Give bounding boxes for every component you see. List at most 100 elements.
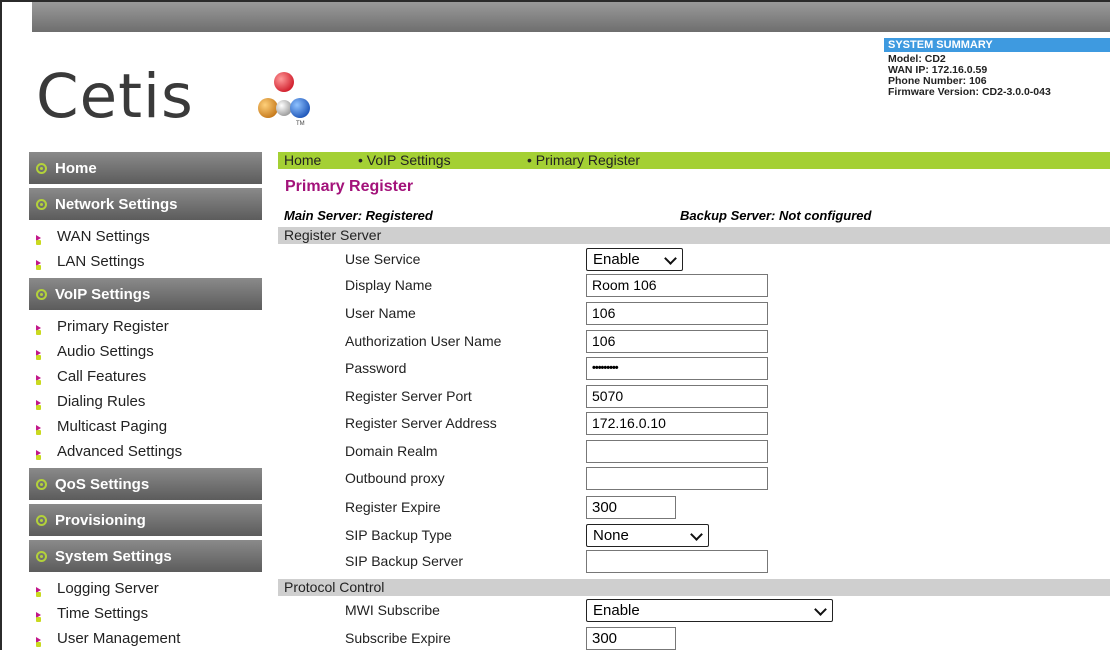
page-title: Primary Register: [285, 178, 414, 195]
sip-backup-server-input[interactable]: [586, 550, 768, 573]
sidebar-item-network-settings[interactable]: Network Settings: [29, 188, 262, 220]
sidebar-item-lan-settings[interactable]: LAN Settings: [29, 249, 262, 274]
sidebar-item-label: User Management: [57, 630, 181, 647]
sidebar-nav: Home Network Settings WAN Settings LAN S…: [29, 152, 262, 651]
summary-firmware: Firmware Version: CD2-3.0.0-043: [888, 86, 1051, 98]
register-expire-label: Register Expire: [345, 499, 441, 515]
user-name-input[interactable]: 106: [586, 302, 768, 325]
section-register-server: Register Server: [278, 227, 1110, 244]
row-sip-backup-type: SIP Backup Type None: [278, 523, 1110, 548]
sidebar-item-provisioning[interactable]: Provisioning: [29, 504, 262, 536]
system-summary: SYSTEM SUMMARY Model: CD2 WAN IP: 172.16…: [884, 38, 1110, 98]
domain-realm-label: Domain Realm: [345, 443, 438, 459]
bullet-icon: [36, 550, 47, 562]
mwi-subscribe-select[interactable]: Enable: [586, 599, 833, 622]
sidebar-item-call-features[interactable]: Call Features: [29, 364, 262, 389]
row-password: Password •••••••••: [278, 356, 1110, 381]
bullet-icon: [36, 478, 47, 490]
row-subscribe-expire: Subscribe Expire 300: [278, 626, 1110, 651]
row-user-name: User Name 106: [278, 301, 1110, 326]
use-service-value: Enable: [593, 251, 640, 268]
arrow-bullet-icon: [34, 634, 48, 648]
bullet-icon: [36, 162, 47, 174]
sip-backup-server-label: SIP Backup Server: [345, 553, 464, 569]
chevron-down-icon: [664, 252, 677, 265]
sidebar-item-home[interactable]: Home: [29, 152, 262, 184]
arrow-bullet-icon: [34, 584, 48, 598]
arrow-bullet-icon: [34, 372, 48, 386]
row-register-server-port: Register Server Port 5070: [278, 384, 1110, 409]
breadcrumb: Home • VoIP Settings • Primary Register: [278, 152, 1110, 169]
bullet-icon: [36, 288, 47, 300]
display-name-label: Display Name: [345, 277, 433, 293]
row-register-expire: Register Expire 300: [278, 495, 1110, 520]
register-expire-input[interactable]: 300: [586, 496, 676, 519]
sidebar-item-time-settings[interactable]: Time Settings: [29, 601, 262, 626]
outbound-proxy-input[interactable]: [586, 467, 768, 490]
row-domain-realm: Domain Realm: [278, 439, 1110, 464]
arrow-bullet-icon: [34, 609, 48, 623]
sidebar-item-label: Call Features: [57, 368, 147, 385]
use-service-select[interactable]: Enable: [586, 248, 683, 271]
sidebar-item-label: QoS Settings: [55, 475, 150, 493]
sidebar-item-audio-settings[interactable]: Audio Settings: [29, 339, 262, 364]
chevron-down-icon: [690, 528, 703, 541]
backup-server-status: Backup Server: Not configured: [680, 208, 872, 223]
breadcrumb-primary-register[interactable]: • Primary Register: [527, 152, 640, 169]
sidebar-item-dialing-rules[interactable]: Dialing Rules: [29, 389, 262, 414]
sidebar-item-label: Dialing Rules: [57, 393, 146, 410]
password-input[interactable]: •••••••••: [586, 357, 768, 380]
sidebar-item-advanced-settings[interactable]: Advanced Settings: [29, 439, 262, 464]
row-display-name: Display Name Room 106: [278, 273, 1110, 298]
domain-realm-input[interactable]: [586, 440, 768, 463]
arrow-bullet-icon: [34, 422, 48, 436]
sidebar-item-label: Multicast Paging: [57, 418, 168, 435]
arrow-bullet-icon: [34, 322, 48, 336]
sidebar-item-user-management[interactable]: User Management: [29, 626, 262, 651]
sidebar-item-qos-settings[interactable]: QoS Settings: [29, 468, 262, 500]
breadcrumb-home[interactable]: Home: [284, 152, 321, 169]
sip-backup-type-select[interactable]: None: [586, 524, 709, 547]
subscribe-expire-label: Subscribe Expire: [345, 630, 451, 646]
arrow-bullet-icon: [34, 257, 48, 271]
sidebar-item-label: System Settings: [55, 547, 172, 565]
user-name-label: User Name: [345, 305, 416, 321]
sip-backup-type-label: SIP Backup Type: [345, 527, 452, 543]
sidebar-item-voip-settings[interactable]: VoIP Settings: [29, 278, 262, 310]
breadcrumb-voip-settings[interactable]: • VoIP Settings: [358, 152, 451, 169]
display-name-input[interactable]: Room 106: [586, 274, 768, 297]
summary-title: SYSTEM SUMMARY: [884, 38, 1110, 52]
mwi-subscribe-label: MWI Subscribe: [345, 602, 440, 618]
arrow-bullet-icon: [34, 397, 48, 411]
arrow-bullet-icon: [34, 447, 48, 461]
sidebar-item-logging-server[interactable]: Logging Server: [29, 576, 262, 601]
sidebar-item-system-settings[interactable]: System Settings: [29, 540, 262, 572]
arrow-bullet-icon: [34, 232, 48, 246]
sidebar-item-multicast-paging[interactable]: Multicast Paging: [29, 414, 262, 439]
subscribe-expire-input[interactable]: 300: [586, 627, 676, 650]
sidebar-item-label: WAN Settings: [57, 228, 150, 245]
logo-dots-icon: [258, 72, 310, 118]
reg-addr-input[interactable]: 172.16.0.10: [586, 412, 768, 435]
sidebar-item-primary-register[interactable]: Primary Register: [29, 314, 262, 339]
sidebar-item-label: Primary Register: [57, 318, 169, 335]
window-border-left: [0, 0, 2, 650]
main-server-status: Main Server: Registered: [284, 208, 433, 223]
section-protocol-control: Protocol Control: [278, 579, 1110, 596]
bullet-icon: [36, 514, 47, 526]
row-sip-backup-server: SIP Backup Server: [278, 549, 1110, 574]
arrow-bullet-icon: [34, 347, 48, 361]
auth-user-input[interactable]: 106: [586, 330, 768, 353]
chevron-down-icon: [814, 603, 827, 616]
sidebar-item-label: LAN Settings: [57, 253, 145, 270]
password-label: Password: [345, 360, 407, 376]
sip-backup-type-value: None: [593, 527, 629, 544]
sidebar-item-wan-settings[interactable]: WAN Settings: [29, 224, 262, 249]
reg-port-label: Register Server Port: [345, 388, 472, 404]
reg-port-input[interactable]: 5070: [586, 385, 768, 408]
row-use-service: Use Service Enable: [278, 247, 1110, 272]
outbound-proxy-label: Outbound proxy: [345, 470, 445, 486]
reg-addr-label: Register Server Address: [345, 415, 497, 431]
sidebar-item-label: Advanced Settings: [57, 443, 183, 460]
main-content: Home • VoIP Settings • Primary Register …: [278, 152, 1110, 650]
